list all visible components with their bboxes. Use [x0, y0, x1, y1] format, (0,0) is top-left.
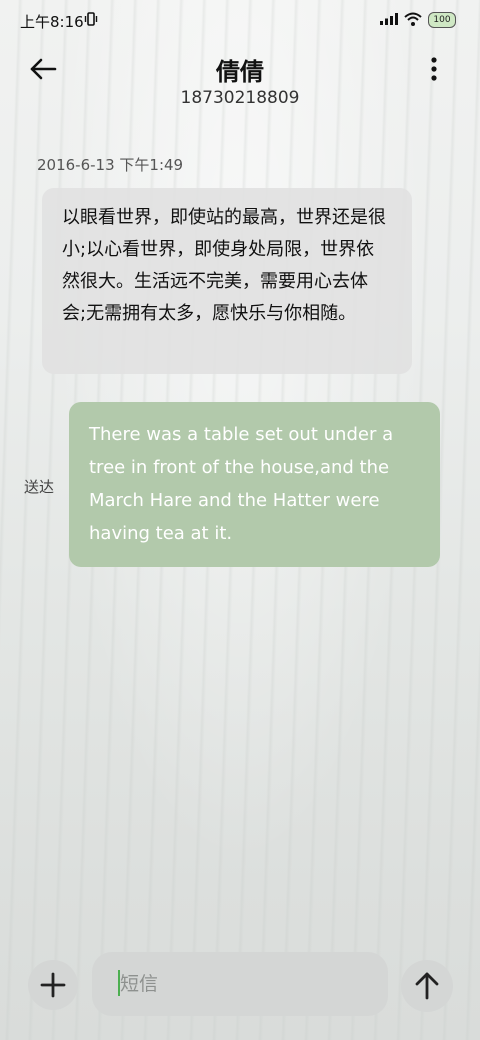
send-button[interactable] [401, 960, 453, 1012]
delivery-status: 送达 [24, 478, 55, 496]
incoming-message-bubble[interactable]: 以眼看世界，即使站的最高，世界还是很小;以心看世界，即使身处局限，世界依然很大。… [42, 188, 412, 374]
conversation-header: 倩倩 18730218809 [0, 40, 480, 120]
text-cursor [118, 970, 120, 996]
add-attachment-button[interactable] [28, 960, 78, 1010]
battery-icon: 100 [428, 12, 456, 28]
message-input[interactable] [92, 952, 388, 1016]
status-bar: 上午8:16 100 [0, 0, 480, 40]
plus-icon [28, 960, 78, 1010]
contact-name: 倩倩 [216, 58, 264, 86]
message-timestamp: 2016-6-13 下午1:49 [37, 156, 184, 174]
wifi-icon [404, 12, 422, 26]
signal-icon [380, 13, 398, 25]
more-vertical-icon [424, 54, 444, 84]
outgoing-message-bubble[interactable]: There was a table set out under a tree i… [69, 402, 440, 567]
contact-number: 18730218809 [180, 88, 300, 108]
arrow-up-icon [401, 960, 453, 1012]
more-options-button[interactable] [424, 54, 444, 84]
composer-bar [0, 930, 480, 1040]
status-time: 上午8:16 [20, 13, 84, 31]
vibrate-icon [84, 12, 98, 26]
